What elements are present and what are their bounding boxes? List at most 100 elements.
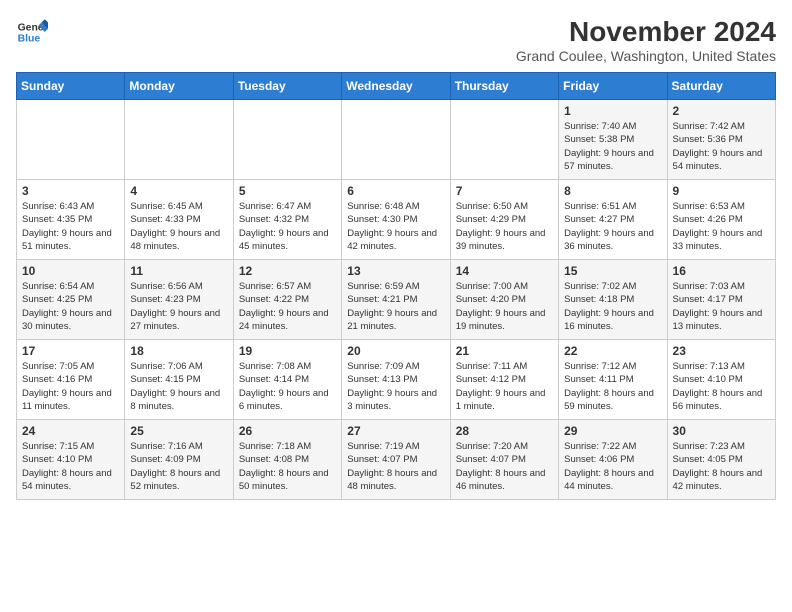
day-info: Sunrise: 7:18 AM Sunset: 4:08 PM Dayligh… <box>239 440 336 493</box>
day-info: Sunrise: 6:50 AM Sunset: 4:29 PM Dayligh… <box>456 200 553 253</box>
svg-text:Blue: Blue <box>18 34 41 45</box>
day-number: 29 <box>564 424 661 438</box>
day-number: 12 <box>239 264 336 278</box>
header-monday: Monday <box>125 73 233 100</box>
day-info: Sunrise: 7:13 AM Sunset: 4:10 PM Dayligh… <box>673 360 770 413</box>
table-row <box>125 100 233 180</box>
day-info: Sunrise: 6:45 AM Sunset: 4:33 PM Dayligh… <box>130 200 227 253</box>
table-row: 10 Sunrise: 6:54 AM Sunset: 4:25 PM Dayli… <box>17 260 125 340</box>
table-row: 27 Sunrise: 7:19 AM Sunset: 4:07 PM Dayli… <box>342 420 450 500</box>
location-subtitle: Grand Coulee, Washington, United States <box>516 48 776 64</box>
day-number: 10 <box>22 264 119 278</box>
day-number: 20 <box>347 344 444 358</box>
header-wednesday: Wednesday <box>342 73 450 100</box>
table-row: 23 Sunrise: 7:13 AM Sunset: 4:10 PM Dayli… <box>667 340 775 420</box>
header-tuesday: Tuesday <box>233 73 341 100</box>
table-row: 5 Sunrise: 6:47 AM Sunset: 4:32 PM Daylig… <box>233 180 341 260</box>
day-number: 8 <box>564 184 661 198</box>
table-row: 24 Sunrise: 7:15 AM Sunset: 4:10 PM Dayli… <box>17 420 125 500</box>
day-info: Sunrise: 7:06 AM Sunset: 4:15 PM Dayligh… <box>130 360 227 413</box>
calendar-week-row: 17 Sunrise: 7:05 AM Sunset: 4:16 PM Dayli… <box>17 340 776 420</box>
table-row: 4 Sunrise: 6:45 AM Sunset: 4:33 PM Daylig… <box>125 180 233 260</box>
header-friday: Friday <box>559 73 667 100</box>
day-number: 6 <box>347 184 444 198</box>
day-number: 3 <box>22 184 119 198</box>
day-number: 23 <box>673 344 770 358</box>
day-number: 16 <box>673 264 770 278</box>
table-row: 12 Sunrise: 6:57 AM Sunset: 4:22 PM Dayli… <box>233 260 341 340</box>
table-row <box>342 100 450 180</box>
day-number: 19 <box>239 344 336 358</box>
calendar-week-row: 3 Sunrise: 6:43 AM Sunset: 4:35 PM Daylig… <box>17 180 776 260</box>
table-row <box>233 100 341 180</box>
table-row <box>17 100 125 180</box>
table-row: 17 Sunrise: 7:05 AM Sunset: 4:16 PM Dayli… <box>17 340 125 420</box>
logo-icon: General Blue <box>16 16 48 48</box>
table-row: 13 Sunrise: 6:59 AM Sunset: 4:21 PM Dayli… <box>342 260 450 340</box>
month-year-title: November 2024 <box>516 16 776 48</box>
day-info: Sunrise: 6:54 AM Sunset: 4:25 PM Dayligh… <box>22 280 119 333</box>
logo: General Blue <box>16 16 48 48</box>
day-info: Sunrise: 7:12 AM Sunset: 4:11 PM Dayligh… <box>564 360 661 413</box>
day-info: Sunrise: 6:47 AM Sunset: 4:32 PM Dayligh… <box>239 200 336 253</box>
day-number: 9 <box>673 184 770 198</box>
day-info: Sunrise: 6:59 AM Sunset: 4:21 PM Dayligh… <box>347 280 444 333</box>
day-number: 11 <box>130 264 227 278</box>
day-number: 25 <box>130 424 227 438</box>
table-row <box>450 100 558 180</box>
day-number: 22 <box>564 344 661 358</box>
header-sunday: Sunday <box>17 73 125 100</box>
calendar-week-row: 1Sunrise: 7:40 AM Sunset: 5:38 PM Daylig… <box>17 100 776 180</box>
day-info: Sunrise: 7:09 AM Sunset: 4:13 PM Dayligh… <box>347 360 444 413</box>
day-info: Sunrise: 7:15 AM Sunset: 4:10 PM Dayligh… <box>22 440 119 493</box>
day-info: Sunrise: 6:48 AM Sunset: 4:30 PM Dayligh… <box>347 200 444 253</box>
day-info: Sunrise: 7:20 AM Sunset: 4:07 PM Dayligh… <box>456 440 553 493</box>
table-row: 3 Sunrise: 6:43 AM Sunset: 4:35 PM Daylig… <box>17 180 125 260</box>
table-row: 2Sunrise: 7:42 AM Sunset: 5:36 PM Daylig… <box>667 100 775 180</box>
table-row: 18 Sunrise: 7:06 AM Sunset: 4:15 PM Dayli… <box>125 340 233 420</box>
day-info: Sunrise: 7:02 AM Sunset: 4:18 PM Dayligh… <box>564 280 661 333</box>
table-row: 6 Sunrise: 6:48 AM Sunset: 4:30 PM Daylig… <box>342 180 450 260</box>
day-number: 4 <box>130 184 227 198</box>
day-number: 24 <box>22 424 119 438</box>
table-row: 19 Sunrise: 7:08 AM Sunset: 4:14 PM Dayli… <box>233 340 341 420</box>
day-number: 13 <box>347 264 444 278</box>
table-row: 7 Sunrise: 6:50 AM Sunset: 4:29 PM Daylig… <box>450 180 558 260</box>
table-row: 1Sunrise: 7:40 AM Sunset: 5:38 PM Daylig… <box>559 100 667 180</box>
day-number: 15 <box>564 264 661 278</box>
day-info: Sunrise: 7:40 AM Sunset: 5:38 PM Dayligh… <box>564 120 661 173</box>
table-row: 16Sunrise: 7:03 AM Sunset: 4:17 PM Dayli… <box>667 260 775 340</box>
calendar-week-row: 24 Sunrise: 7:15 AM Sunset: 4:10 PM Dayli… <box>17 420 776 500</box>
table-row: 20 Sunrise: 7:09 AM Sunset: 4:13 PM Dayli… <box>342 340 450 420</box>
day-info: Sunrise: 7:05 AM Sunset: 4:16 PM Dayligh… <box>22 360 119 413</box>
title-area: November 2024 Grand Coulee, Washington, … <box>516 16 776 64</box>
table-row: 21Sunrise: 7:11 AM Sunset: 4:12 PM Dayli… <box>450 340 558 420</box>
day-number: 26 <box>239 424 336 438</box>
day-number: 27 <box>347 424 444 438</box>
day-info: Sunrise: 7:16 AM Sunset: 4:09 PM Dayligh… <box>130 440 227 493</box>
day-number: 21 <box>456 344 553 358</box>
day-number: 28 <box>456 424 553 438</box>
day-info: Sunrise: 7:08 AM Sunset: 4:14 PM Dayligh… <box>239 360 336 413</box>
table-row: 9Sunrise: 6:53 AM Sunset: 4:26 PM Daylig… <box>667 180 775 260</box>
header-thursday: Thursday <box>450 73 558 100</box>
table-row: 15 Sunrise: 7:02 AM Sunset: 4:18 PM Dayli… <box>559 260 667 340</box>
table-row: 11 Sunrise: 6:56 AM Sunset: 4:23 PM Dayli… <box>125 260 233 340</box>
day-info: Sunrise: 6:57 AM Sunset: 4:22 PM Dayligh… <box>239 280 336 333</box>
day-info: Sunrise: 7:19 AM Sunset: 4:07 PM Dayligh… <box>347 440 444 493</box>
day-info: Sunrise: 6:56 AM Sunset: 4:23 PM Dayligh… <box>130 280 227 333</box>
day-info: Sunrise: 6:43 AM Sunset: 4:35 PM Dayligh… <box>22 200 119 253</box>
day-number: 14 <box>456 264 553 278</box>
table-row: 25 Sunrise: 7:16 AM Sunset: 4:09 PM Dayli… <box>125 420 233 500</box>
table-row: 14 Sunrise: 7:00 AM Sunset: 4:20 PM Dayli… <box>450 260 558 340</box>
day-number: 18 <box>130 344 227 358</box>
day-number: 17 <box>22 344 119 358</box>
day-number: 5 <box>239 184 336 198</box>
day-number: 7 <box>456 184 553 198</box>
day-info: Sunrise: 6:51 AM Sunset: 4:27 PM Dayligh… <box>564 200 661 253</box>
calendar-week-row: 10 Sunrise: 6:54 AM Sunset: 4:25 PM Dayli… <box>17 260 776 340</box>
day-info: Sunrise: 7:00 AM Sunset: 4:20 PM Dayligh… <box>456 280 553 333</box>
table-row: 29 Sunrise: 7:22 AM Sunset: 4:06 PM Dayli… <box>559 420 667 500</box>
day-info: Sunrise: 7:22 AM Sunset: 4:06 PM Dayligh… <box>564 440 661 493</box>
table-row: 8 Sunrise: 6:51 AM Sunset: 4:27 PM Daylig… <box>559 180 667 260</box>
